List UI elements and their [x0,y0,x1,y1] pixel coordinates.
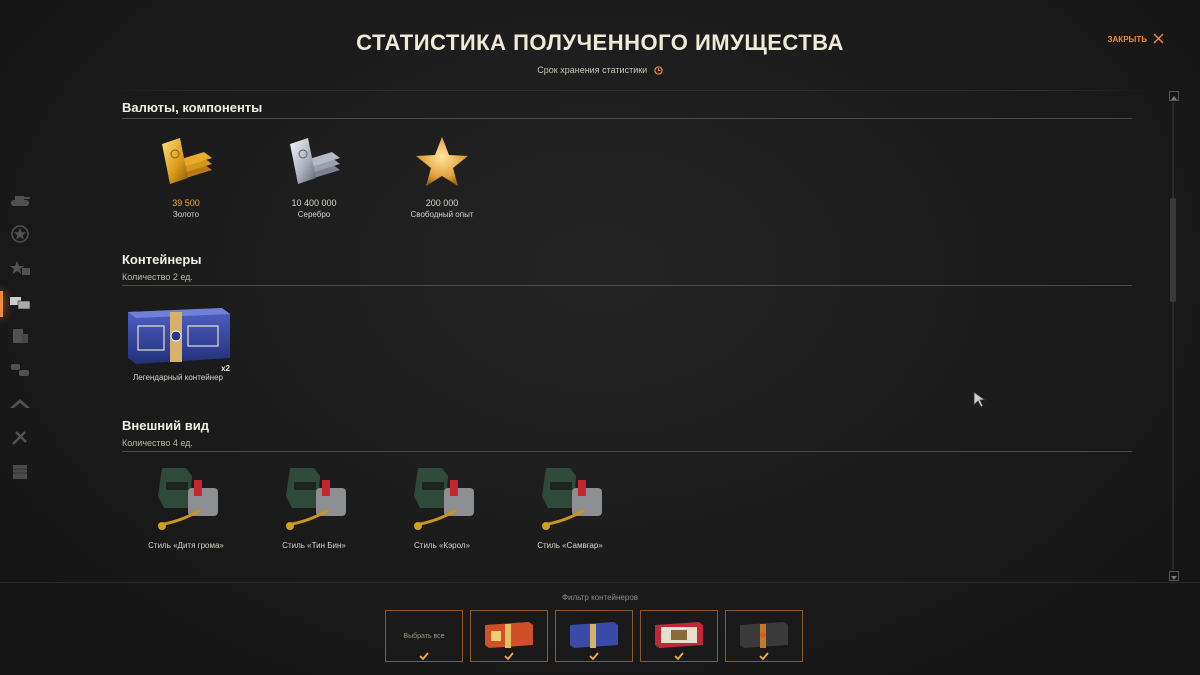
style-label: Стиль «Тин Бин» [282,541,346,550]
scrollbar-track[interactable] [1172,102,1174,570]
free-xp-amount: 200 000 [425,198,459,208]
section-title: Валюты, компоненты [122,100,263,115]
side-navigation [0,185,40,491]
welding-style-icon [528,468,612,538]
silver-bars-icon [284,138,344,194]
checkmark-icon [419,647,429,665]
gold-label: Золото [172,210,200,219]
nav-tools[interactable] [0,423,40,457]
section-divider [122,451,1132,452]
checkmark-icon [759,647,769,665]
header-divider [110,90,1150,91]
filter-title: Фильтр контейнеров [561,593,639,602]
section-appearance: Внешний вид Количество 4 ед. Стиль «Дитя… [122,418,1132,550]
nav-buildings[interactable] [0,321,40,355]
section-divider [122,118,1132,119]
select-all-label: Выбрать все [403,632,445,640]
container-legendary[interactable]: x2 Легендарный контейнер [122,302,234,382]
container-quantity: x2 [221,364,230,373]
filter-blue-container[interactable] [555,610,633,662]
scroll-down-button[interactable] [1169,571,1179,581]
section-title: Контейнеры [122,252,202,267]
style-item[interactable]: Стиль «Тин Бин» [250,462,378,550]
section-title: Внешний вид [122,418,209,433]
container-label: Легендарный контейнер [133,373,223,382]
checkmark-icon [674,647,684,665]
checkmark-icon [589,647,599,665]
footer-divider [0,582,1200,583]
legendary-container-icon [124,308,232,370]
content-area: Валюты, компоненты 39 500 Золото 10 400 … [122,100,1132,550]
scroll-up-button[interactable] [1169,91,1179,101]
tools-icon [11,429,29,452]
style-item[interactable]: Стиль «Кэрол» [378,462,506,550]
section-count: Количество 2 ед. [122,272,193,282]
tank-icon [9,192,31,213]
container-filter: Выбрать все [385,610,803,662]
vehicles-icon [9,361,31,384]
star-shapes-icon [9,259,31,282]
nav-upgrades[interactable] [0,389,40,423]
silver-amount: 10 400 000 [291,198,337,208]
building-icon [10,327,30,350]
welding-style-icon [400,468,484,538]
gold-amount: 39 500 [172,198,200,208]
style-item[interactable]: Стиль «Дитя грома» [122,462,250,550]
silver-label: Серебро [297,210,331,219]
currency-silver[interactable]: 10 400 000 Серебро [250,134,378,219]
retention-label: Срок хранения статистики [537,65,648,75]
star-icon [412,137,472,194]
nav-vehicles[interactable] [0,355,40,389]
statistics-retention[interactable]: Срок хранения статистики [0,65,1200,77]
close-label: ЗАКРЫТЬ [1107,35,1147,44]
misc-icon [11,463,29,486]
chevron-up-icon [1171,87,1177,105]
style-label: Стиль «Самвгар» [537,541,603,550]
arrow-up-icon [9,396,31,417]
gold-bars-icon [156,138,216,194]
nav-containers[interactable] [0,287,40,321]
filter-dark-container[interactable] [725,610,803,662]
star-badge-icon [10,224,30,249]
section-count: Количество 4 ед. [122,438,193,448]
welding-style-icon [144,468,228,538]
currency-gold[interactable]: 39 500 Золото [122,134,250,219]
checkmark-icon [504,647,514,665]
nav-progression[interactable] [0,253,40,287]
currency-free-xp[interactable]: 200 000 Свободный опыт [378,134,506,219]
style-item[interactable]: Стиль «Самвгар» [506,462,634,550]
close-button[interactable]: ЗАКРЫТЬ [1108,33,1164,46]
scrollbar-thumb[interactable] [1170,198,1176,302]
mouse-cursor-icon [973,391,987,414]
section-currencies: Валюты, компоненты 39 500 Золото 10 400 … [122,100,1132,252]
welding-style-icon [272,468,356,538]
containers-icon [9,294,31,315]
filter-white-red-container[interactable] [640,610,718,662]
clock-icon[interactable] [654,66,663,77]
section-divider [122,285,1132,286]
free-xp-label: Свободный опыт [410,210,474,219]
nav-tank[interactable] [0,185,40,219]
filter-red-container[interactable] [470,610,548,662]
nav-achievements[interactable] [0,219,40,253]
page-title: СТАТИСТИКА ПОЛУЧЕННОГО ИМУЩЕСТВА [356,30,844,55]
filter-select-all[interactable]: Выбрать все [385,610,463,662]
style-label: Стиль «Кэрол» [414,541,470,550]
nav-misc[interactable] [0,457,40,491]
close-icon [1153,33,1164,46]
style-label: Стиль «Дитя грома» [148,541,224,550]
